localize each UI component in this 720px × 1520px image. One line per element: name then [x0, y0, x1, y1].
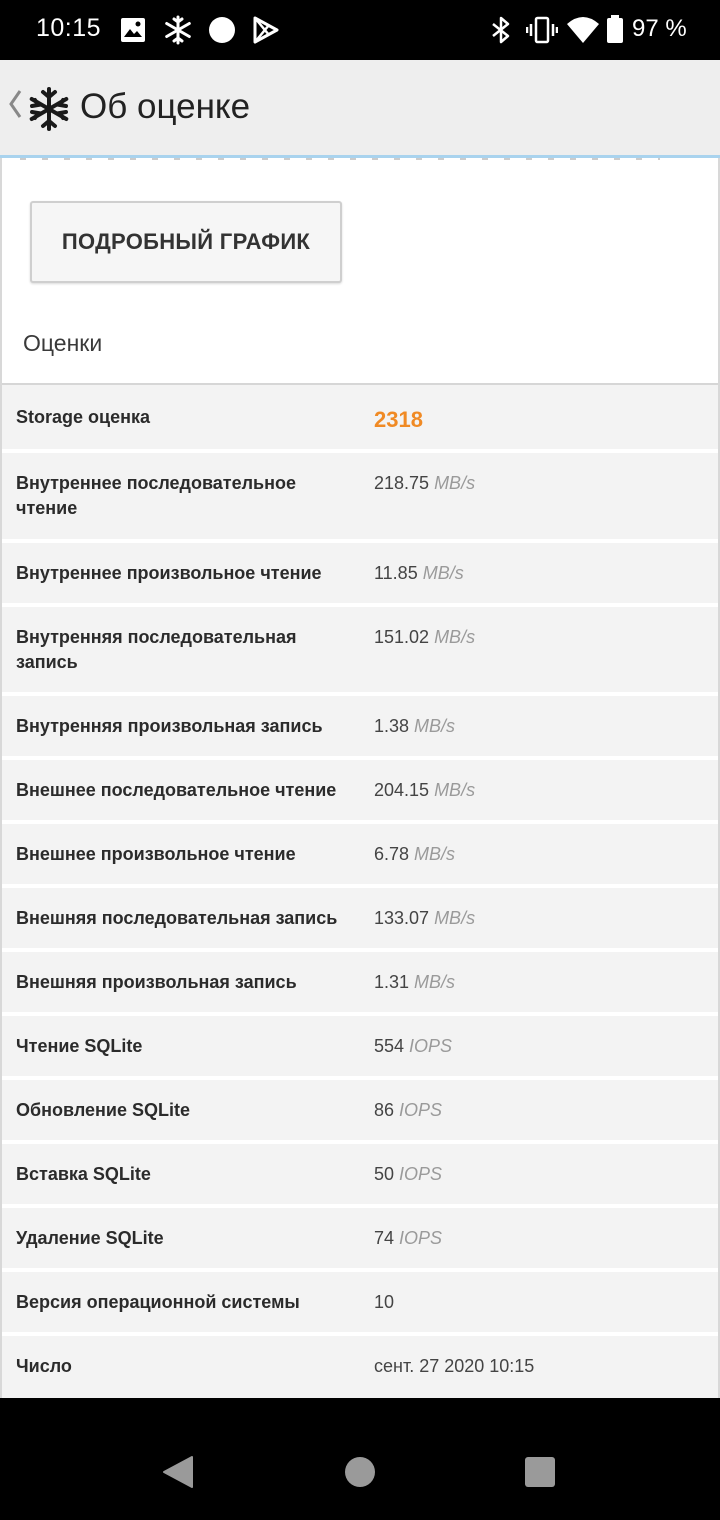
value-number: 86 [374, 1100, 395, 1120]
value-number: 1.38 [374, 716, 410, 736]
value-number: 74 [374, 1228, 395, 1248]
row-value: 218.75 MB/s [374, 471, 475, 496]
value-number: 218.75 [374, 473, 430, 493]
wifi-icon [566, 16, 600, 49]
value-unit: MB/s [414, 844, 456, 864]
table-row: Число сент. 27 2020 10:15 [2, 1336, 718, 1398]
status-time: 10:15 [36, 14, 102, 42]
battery-icon [606, 14, 624, 49]
table-row: Версия операционной системы 10 [2, 1272, 718, 1336]
value-unit: MB/s [422, 563, 464, 583]
table-row: Обновление SQLite 86 IOPS [2, 1080, 718, 1144]
snowflake-icon [163, 15, 193, 50]
value-number: 1.31 [374, 972, 410, 992]
table-row: Внешняя произвольная запись 1.31 MB/s [2, 952, 718, 1016]
row-label: Внутренняя произвольная запись [16, 716, 323, 736]
row-label: Внешняя произвольная запись [16, 972, 297, 992]
table-row: Удаление SQLite 74 IOPS [2, 1208, 718, 1272]
value-number: 6.78 [374, 844, 410, 864]
scores-table: Storage оценка 2318 Внутреннее последова… [2, 385, 718, 1398]
row-value: 6.78 MB/s [374, 842, 455, 867]
row-value: 86 IOPS [374, 1098, 442, 1123]
row-label: Внутреннее произвольное чтение [16, 563, 322, 583]
row-label: Удаление SQLite [16, 1228, 164, 1248]
vibrate-icon [525, 15, 559, 50]
table-row: Внешнее последовательное чтение 204.15 MB… [2, 760, 718, 824]
table-row: Внутреннее произвольное чтение 11.85 MB/s [2, 543, 718, 607]
row-value: 10 [374, 1292, 395, 1312]
table-row: Внутреннее последовательное чтение 218.7… [2, 453, 718, 543]
row-label: Версия операционной системы [16, 1292, 300, 1312]
row-value-score: 2318 [374, 407, 423, 432]
section-title-scores: Оценки [23, 330, 103, 356]
row-value: 11.85 MB/s [374, 561, 464, 586]
row-label: Внутреннее последовательное чтение [16, 473, 297, 518]
row-label: Внешнее произвольное чтение [16, 844, 296, 864]
circle-icon [208, 16, 236, 49]
play-store-icon [252, 16, 280, 49]
value-unit: MB/s [434, 908, 476, 928]
row-label: Число [16, 1356, 72, 1376]
table-row-storage-score: Storage оценка 2318 [2, 385, 718, 453]
chevron-left-icon[interactable] [6, 87, 24, 121]
value-unit: IOPS [399, 1100, 443, 1120]
value-number: 554 [374, 1036, 405, 1056]
row-value: 554 IOPS [374, 1034, 452, 1059]
value-unit: IOPS [399, 1228, 443, 1248]
value-number: 204.15 [374, 780, 430, 800]
value-unit: MB/s [434, 780, 476, 800]
row-label: Внутренняя последовательная запись [16, 627, 297, 672]
row-value: 1.31 MB/s [374, 970, 455, 995]
value-unit: IOPS [409, 1036, 453, 1056]
table-row: Чтение SQLite 554 IOPS [2, 1016, 718, 1080]
row-value: 74 IOPS [374, 1226, 442, 1251]
table-row: Внутренняя последовательная запись 151.0… [2, 607, 718, 696]
row-label: Обновление SQLite [16, 1100, 190, 1120]
value-number: 50 [374, 1164, 395, 1184]
row-label: Вставка SQLite [16, 1164, 151, 1184]
value-unit: MB/s [414, 972, 456, 992]
snowflake-logo-icon[interactable] [26, 86, 72, 137]
row-label: Чтение SQLite [16, 1036, 143, 1056]
row-value: 151.02 MB/s [374, 625, 475, 650]
value-number: 151.02 [374, 627, 430, 647]
score-details-card: ПОДРОБНЫЙ ГРАФИК Оценки Storage оценка 2… [0, 158, 720, 1398]
row-label: Внешняя последовательная запись [16, 908, 338, 928]
value-number: 11.85 [374, 563, 418, 583]
row-value: 133.07 MB/s [374, 906, 475, 931]
home-circle-icon[interactable] [344, 1456, 376, 1493]
row-value: 204.15 MB/s [374, 778, 475, 803]
value-number: 133.07 [374, 908, 430, 928]
cropped-content-line [20, 158, 660, 160]
app-bar: Об оценке [0, 60, 720, 158]
image-icon [120, 17, 146, 48]
bluetooth-icon [489, 15, 513, 50]
table-row: Внешнее произвольное чтение 6.78 MB/s [2, 824, 718, 888]
value-unit: MB/s [414, 716, 456, 736]
battery-percentage: 97 % [632, 15, 687, 42]
table-row: Внешняя последовательная запись 133.07 MB… [2, 888, 718, 952]
row-label: Storage оценка [16, 407, 150, 427]
page-title: Об оценке [80, 87, 251, 126]
recents-square-icon[interactable] [524, 1456, 556, 1493]
row-value: 50 IOPS [374, 1162, 442, 1187]
value-unit: IOPS [399, 1164, 443, 1184]
row-label: Внешнее последовательное чтение [16, 780, 337, 800]
row-value: 1.38 MB/s [374, 714, 455, 739]
value-unit: MB/s [434, 473, 476, 493]
status-bar: 10:15 97 % [0, 0, 720, 60]
table-row: Внутренняя произвольная запись 1.38 MB/s [2, 696, 718, 760]
value-unit: MB/s [434, 627, 476, 647]
navigation-bar [0, 1398, 720, 1520]
row-value-date: сент. 27 2020 10:15 [374, 1356, 535, 1376]
table-row: Вставка SQLite 50 IOPS [2, 1144, 718, 1208]
detailed-chart-button[interactable]: ПОДРОБНЫЙ ГРАФИК [30, 201, 342, 283]
back-triangle-icon[interactable] [162, 1455, 194, 1494]
